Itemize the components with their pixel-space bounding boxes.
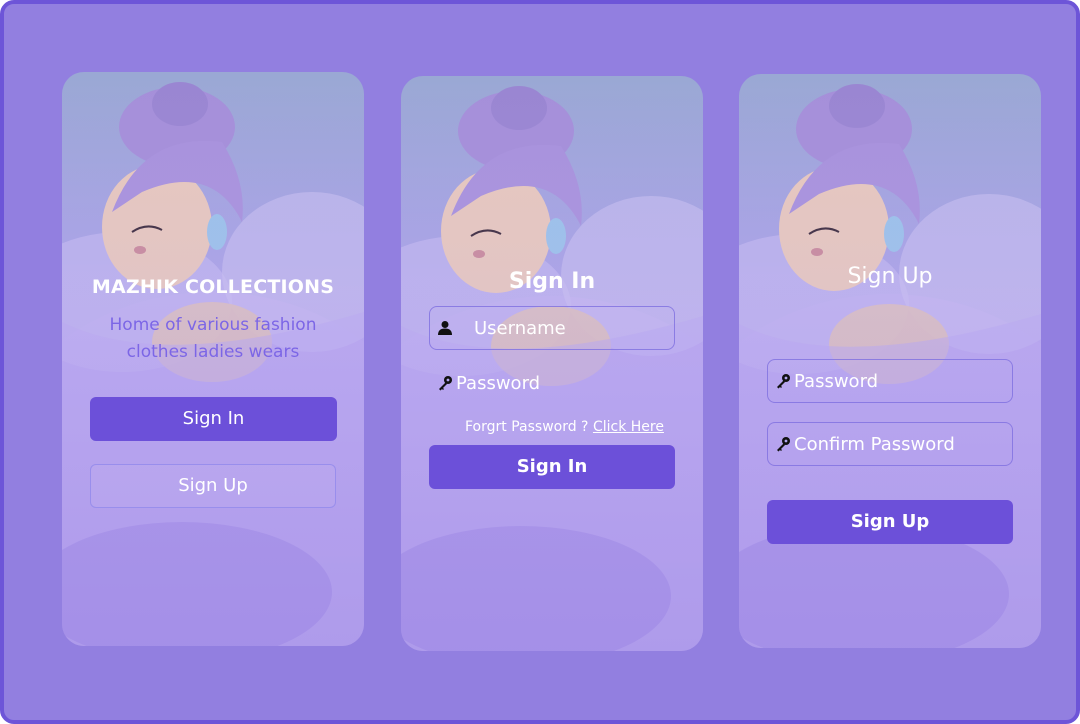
forgot-password-text: Forgrt Password ? xyxy=(465,419,589,435)
sign-in-title: Sign In xyxy=(508,269,596,294)
confirm-password-field[interactable]: Confirm Password xyxy=(767,422,1013,466)
sign-up-title: Sign Up xyxy=(847,264,933,289)
user-icon xyxy=(434,317,456,339)
brand-title: MAZHIK COLLECTIONS xyxy=(91,276,335,298)
canvas-frame: MAZHIK COLLECTIONS Home of various fashi… xyxy=(0,0,1080,724)
key-icon xyxy=(434,372,456,394)
password-field[interactable]: Password xyxy=(429,361,675,405)
sign-in-submit-button[interactable]: Sign In xyxy=(429,445,675,489)
sign-in-screen: Sign In Username Password Forgrt Passwor… xyxy=(401,76,703,651)
password-placeholder: Password xyxy=(794,370,879,392)
sign-in-button[interactable]: Sign In xyxy=(90,397,337,441)
sign-up-submit-button[interactable]: Sign Up xyxy=(767,500,1013,544)
forgot-password-link[interactable]: Click Here xyxy=(593,419,664,435)
sign-up-button[interactable]: Sign Up xyxy=(90,464,336,508)
password-placeholder: Password xyxy=(456,372,541,394)
forgot-password-row: Forgrt Password ? Click Here xyxy=(465,419,664,435)
sign-up-screen: Sign Up Password Confirm Password Sign U… xyxy=(739,74,1041,648)
brand-subtitle: Home of various fashion clothes ladies w… xyxy=(109,315,317,362)
confirm-password-placeholder: Confirm Password xyxy=(794,433,955,455)
key-icon xyxy=(772,370,794,392)
username-placeholder: Username xyxy=(474,317,566,339)
username-field[interactable]: Username xyxy=(429,306,675,350)
welcome-screen: MAZHIK COLLECTIONS Home of various fashi… xyxy=(62,72,364,646)
password-field[interactable]: Password xyxy=(767,359,1013,403)
key-icon xyxy=(772,433,794,455)
